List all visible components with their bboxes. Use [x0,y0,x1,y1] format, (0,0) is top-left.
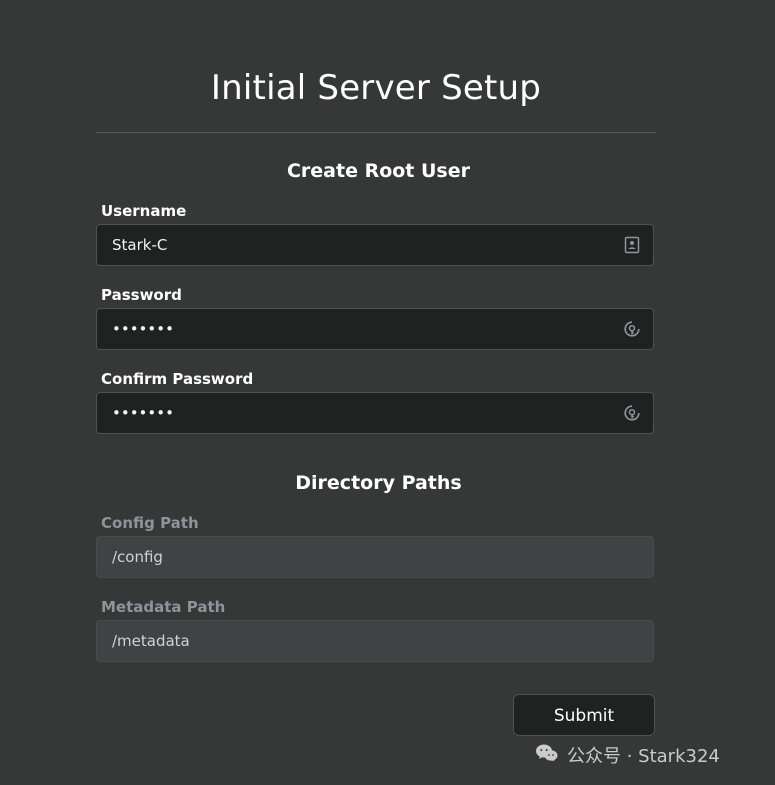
section-title-root-user: Create Root User [286,160,471,182]
section-title-directory-paths: Directory Paths [295,472,462,494]
page-title: Initial Server Setup [210,68,542,108]
watermark: 公众号 · Stark324 [535,742,720,768]
key-icon[interactable] [623,320,641,338]
username-label: Username [101,202,187,220]
password-input[interactable] [97,309,653,349]
metadata-path-label: Metadata Path [101,598,226,616]
watermark-text: 公众号 · Stark324 [567,746,720,767]
confirm-password-input[interactable] [97,393,653,433]
config-path-label: Config Path [101,514,199,532]
metadata-path-field-wrapper [96,620,654,662]
password-field-wrapper [96,308,654,350]
confirm-password-field-wrapper [96,392,654,434]
username-field-wrapper [96,224,654,266]
confirm-password-label: Confirm Password [101,370,254,388]
submit-button[interactable]: Submit [513,694,655,736]
metadata-path-input[interactable] [97,621,653,661]
wechat-icon [535,743,559,768]
title-divider [96,132,656,133]
password-label: Password [101,286,182,304]
config-path-field-wrapper [96,536,654,578]
config-path-input[interactable] [97,537,653,577]
username-input[interactable] [97,225,653,265]
contact-card-icon[interactable] [623,236,641,254]
key-icon[interactable] [623,404,641,422]
